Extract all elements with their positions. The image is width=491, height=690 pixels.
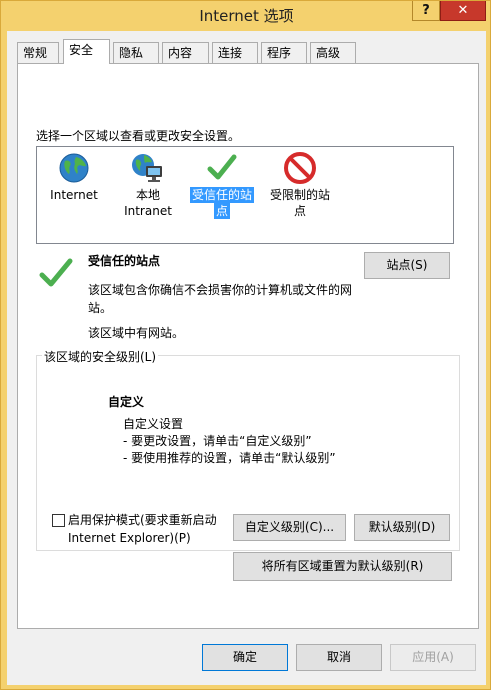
tab-connections[interactable]: 连接 xyxy=(212,42,258,64)
help-button[interactable]: ? xyxy=(412,1,440,21)
cancel-button[interactable]: 取消 xyxy=(296,644,382,671)
zone-label: 点 xyxy=(293,204,306,218)
custom-level-title: 自定义 xyxy=(108,395,145,409)
checkmark-icon xyxy=(207,154,237,180)
tab-security[interactable]: 安全 xyxy=(63,39,110,64)
tab-general[interactable]: 常规 xyxy=(17,42,59,64)
internet-options-window: Internet 选项 ? ✕ 常规 安全 隐私 内容 连接 程序 高级 选择一… xyxy=(0,0,491,690)
zone-label: 受限制的站 xyxy=(269,188,330,202)
zone-label: Intranet xyxy=(124,204,172,218)
zone-label: 受信任的站 xyxy=(189,187,254,203)
close-button[interactable]: ✕ xyxy=(440,1,486,21)
security-level-legend: 该区域的安全级别(L) xyxy=(42,348,159,365)
globe-icon xyxy=(59,153,89,183)
restricted-icon xyxy=(284,152,316,184)
dialog-client-area: 常规 安全 隐私 内容 连接 程序 高级 选择一个区域以查看或更改安全设置。 I… xyxy=(7,31,486,685)
selected-zone-note: 该区域中有网站。 xyxy=(88,326,185,340)
default-level-button[interactable]: 默认级别(D) xyxy=(354,514,450,541)
custom-line: - 要更改设置，请单击“自定义级别” xyxy=(123,434,312,448)
protected-mode-checkbox[interactable] xyxy=(52,514,65,527)
selected-zone-title: 受信任的站点 xyxy=(88,254,161,268)
tab-content[interactable]: 内容 xyxy=(162,42,209,64)
protected-mode-label[interactable]: 启用保护模式(要求重新启动 Internet Explorer)(P) xyxy=(68,511,217,547)
custom-level-description: 自定义设置 - 要更改设置，请单击“自定义级别” - 要使用推荐的设置，请单击“… xyxy=(123,416,336,467)
ok-button[interactable]: 确定 xyxy=(202,644,288,671)
custom-line: 自定义设置 xyxy=(123,417,184,431)
close-icon: ✕ xyxy=(457,3,469,18)
help-icon: ? xyxy=(422,3,430,18)
security-tab-panel: 选择一个区域以查看或更改安全设置。 Internet 本地 Intranet 受… xyxy=(17,63,479,629)
zone-trusted-sites[interactable]: 受信任的站 点 xyxy=(189,151,255,219)
zone-local-intranet[interactable]: 本地 Intranet xyxy=(115,151,181,219)
protected-mode-line: Internet Explorer)(P) xyxy=(68,531,191,545)
tab-advanced[interactable]: 高级 xyxy=(310,42,356,64)
tab-programs[interactable]: 程序 xyxy=(261,42,307,64)
zone-list[interactable]: Internet 本地 Intranet 受信任的站 点 受限制的站 点 xyxy=(36,146,454,244)
reset-all-zones-button[interactable]: 将所有区域重置为默认级别(R) xyxy=(233,552,452,581)
title-bar[interactable]: Internet 选项 ? ✕ xyxy=(1,1,491,29)
checkmark-icon xyxy=(39,258,73,287)
selected-zone-description: 该区域包含你确信不会损害你的计算机或文件的网站。 xyxy=(88,283,353,315)
zone-label: Internet xyxy=(50,188,98,202)
custom-line: - 要使用推荐的设置，请单击“默认级别” xyxy=(123,451,336,465)
zone-label: 本地 xyxy=(135,188,160,202)
zone-instruction: 选择一个区域以查看或更改安全设置。 xyxy=(36,129,241,143)
zone-internet[interactable]: Internet xyxy=(41,151,107,203)
apply-button[interactable]: 应用(A) xyxy=(390,644,476,671)
protected-mode-line: 启用保护模式(要求重新启动 xyxy=(68,513,217,527)
custom-level-button[interactable]: 自定义级别(C)... xyxy=(233,514,346,541)
local-intranet-icon xyxy=(132,154,162,182)
zone-label: 点 xyxy=(213,203,230,219)
sites-button[interactable]: 站点(S) xyxy=(364,252,450,279)
tab-privacy[interactable]: 隐私 xyxy=(113,42,159,64)
zone-restricted-sites[interactable]: 受限制的站 点 xyxy=(267,151,333,219)
